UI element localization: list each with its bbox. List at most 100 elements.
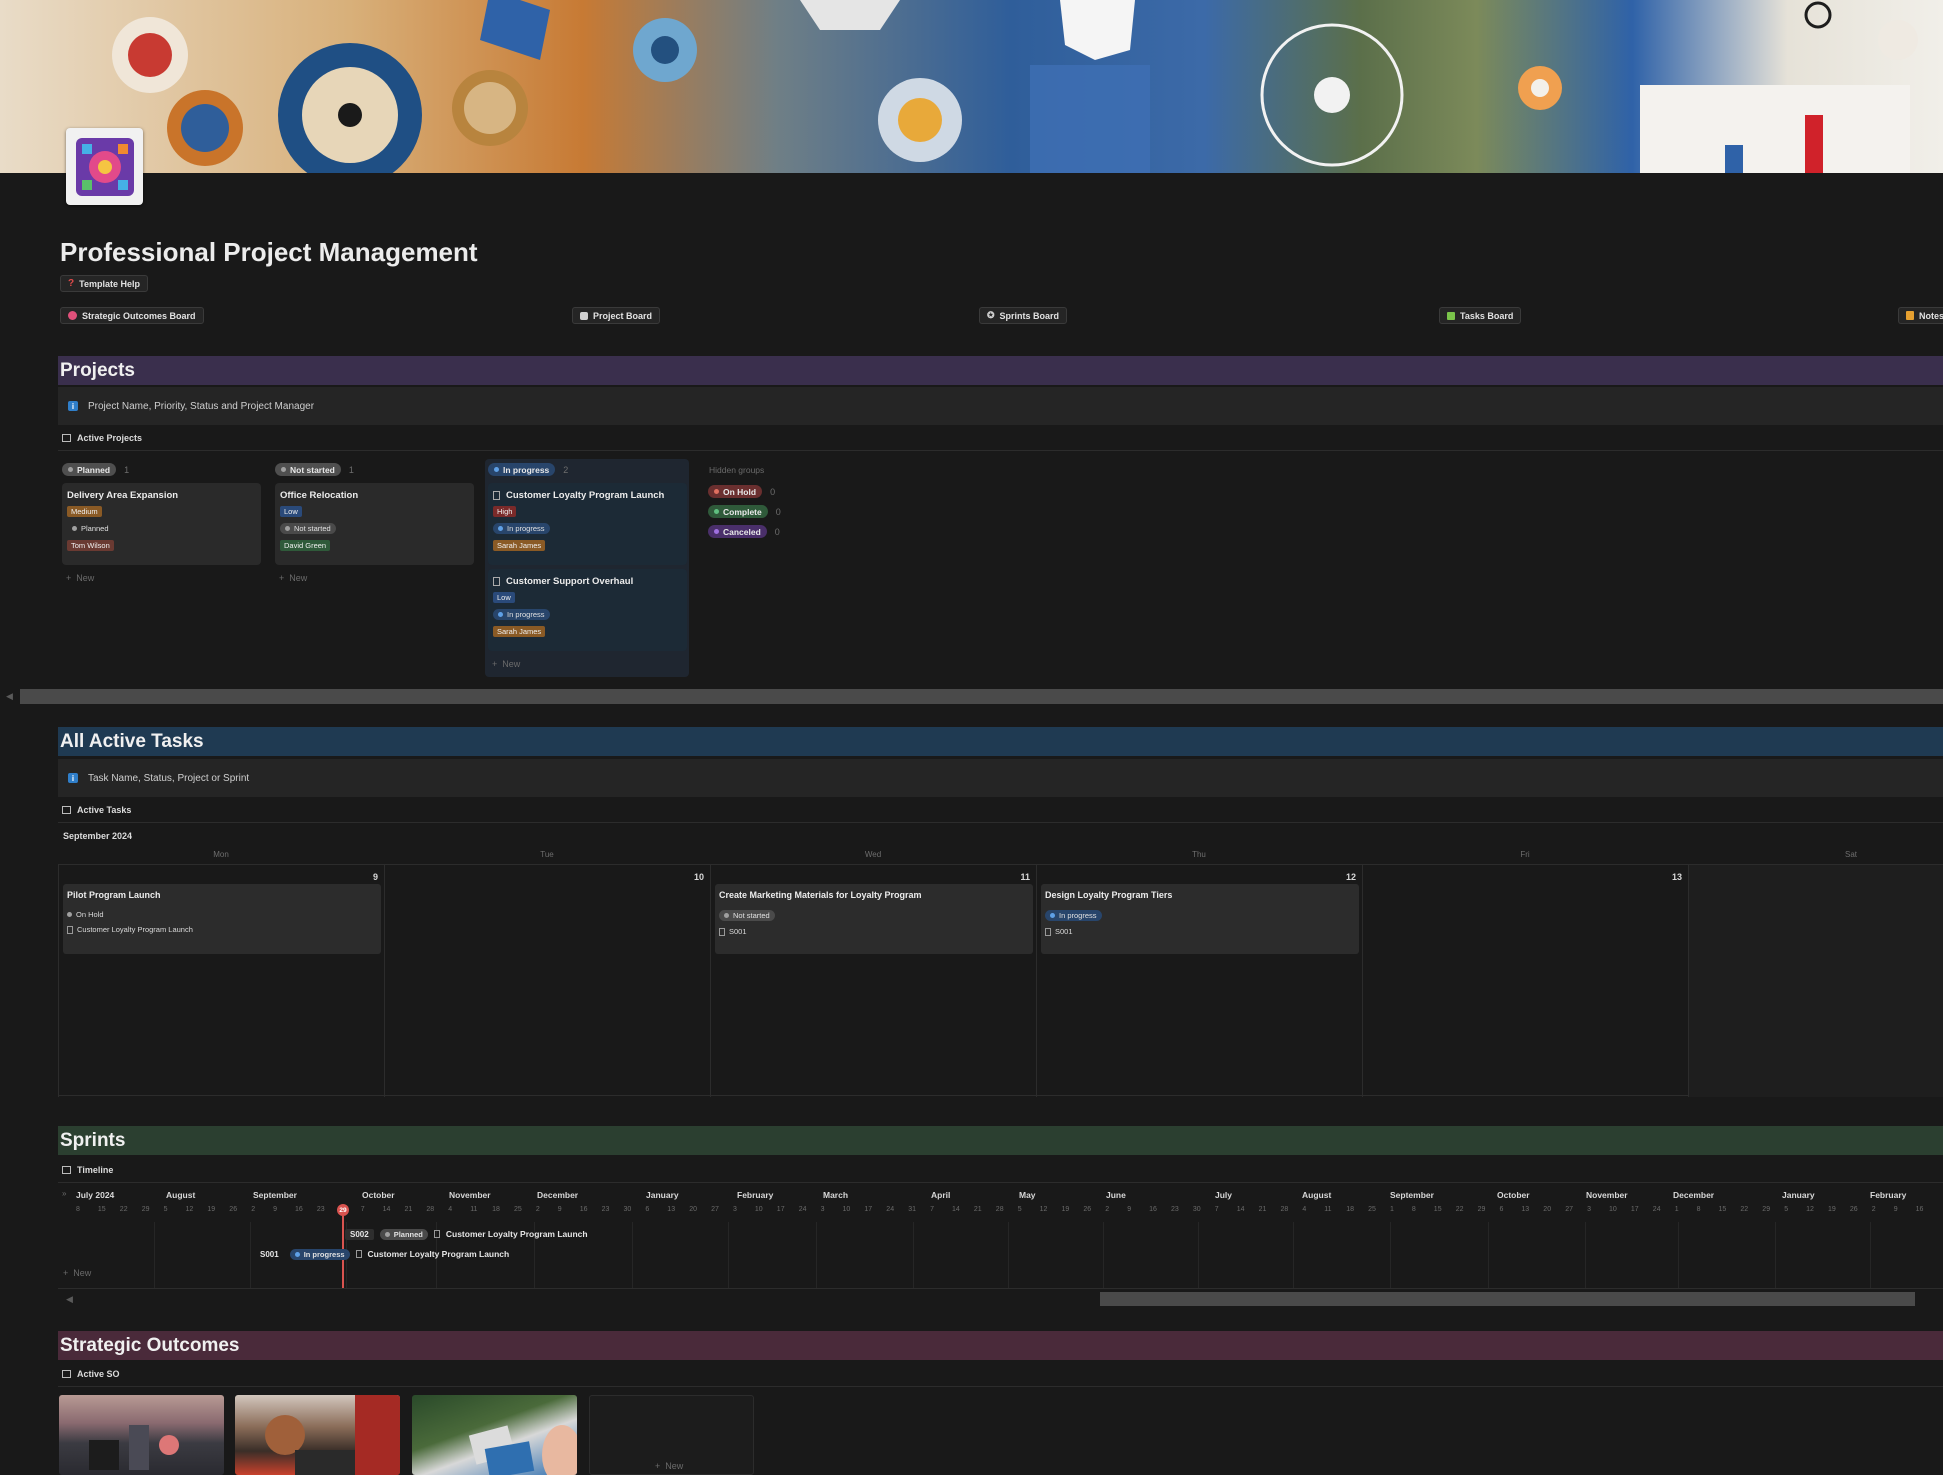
project-card[interactable]: Office Relocation Low Not started David … [275, 483, 474, 565]
timeline-day-label: 3 [820, 1206, 825, 1213]
project-card[interactable]: Delivery Area Expansion Medium Planned T… [62, 483, 261, 565]
timeline-day-label: 11 [1324, 1206, 1332, 1213]
project-card[interactable]: Customer Loyalty Program Launch High In … [488, 483, 687, 565]
collapse-icon[interactable]: » [62, 1189, 66, 1198]
plus-icon: + [63, 1268, 69, 1278]
timeline-gridline [1103, 1222, 1104, 1288]
view-tab-label: Timeline [77, 1165, 114, 1175]
card-title: Delivery Area Expansion [67, 490, 179, 501]
new-label: New [502, 659, 521, 669]
timeline-day-label: 8 [76, 1206, 80, 1213]
nav-project-board[interactable]: Project Board [572, 307, 661, 324]
page-cover[interactable] [0, 0, 1943, 173]
gallery-icon [62, 1370, 71, 1378]
timeline-month-label: August [166, 1190, 196, 1200]
task-card[interactable]: Create Marketing Materials for Loyalty P… [715, 884, 1033, 954]
hidden-group-complete[interactable]: Complete 0 [708, 505, 781, 518]
outcome-card-image[interactable] [412, 1395, 577, 1475]
day-number: 13 [1671, 872, 1682, 882]
view-tab-active-so[interactable]: Active SO [62, 1369, 120, 1379]
status-pill: On Hold [708, 485, 763, 498]
column-in-progress-header[interactable]: In progress 2 [488, 463, 568, 476]
outcome-card-image[interactable] [59, 1395, 224, 1475]
column-label: Planned [77, 464, 111, 475]
card-title-row: Customer Loyalty Program Launch [493, 490, 682, 501]
task-card[interactable]: Pilot Program Launch On Hold Customer Lo… [63, 884, 381, 954]
weekday-label: Tue [540, 850, 554, 859]
timeline-day-label: 26 [1849, 1206, 1858, 1213]
timeline-day-label: 14 [952, 1206, 960, 1213]
view-tab-active-projects[interactable]: Active Projects [62, 433, 142, 443]
new-card-button[interactable]: + New [279, 573, 307, 583]
status-pill: In progress [1045, 910, 1102, 921]
new-outcome-button[interactable]: + New [655, 1461, 683, 1471]
task-relation: Customer Loyalty Program Launch [67, 925, 377, 934]
page-icon[interactable] [66, 128, 143, 205]
column-not-started-header[interactable]: Not started 1 [275, 463, 354, 476]
new-outcome-card[interactable]: + New [589, 1395, 754, 1475]
status-pill: Planned [62, 463, 117, 476]
status-text: Planned [393, 1229, 423, 1239]
timeline-day-label: 23 [316, 1206, 325, 1213]
timeline-day-label: 13 [667, 1206, 676, 1213]
nav-tasks-board[interactable]: Tasks Board [1439, 307, 1522, 324]
task-relation: S001 [719, 927, 1029, 936]
timeline-day-label: 22 [1455, 1206, 1464, 1213]
view-tab-timeline[interactable]: Timeline [62, 1165, 113, 1175]
status-pill: Not started [275, 463, 341, 476]
timeline-day-label: 10 [842, 1206, 851, 1213]
scroll-left-icon[interactable]: ◀ [66, 1294, 73, 1305]
timeline-day-label: 27 [711, 1206, 719, 1213]
timeline-day-label: 14 [382, 1206, 391, 1213]
timeline-day-label: 15 [1718, 1206, 1727, 1213]
nav-sprints-board[interactable]: ✪ Sprints Board [979, 307, 1068, 324]
timeline-month-label: November [449, 1190, 491, 1200]
timeline-day-label: 18 [492, 1206, 500, 1213]
new-card-button[interactable]: + New [492, 659, 520, 669]
timeline-gridline [1488, 1222, 1489, 1288]
nav-strategic-outcomes-board[interactable]: Strategic Outcomes Board [60, 307, 204, 324]
new-sprint-button[interactable]: + New [63, 1268, 91, 1278]
timeline-day-label: 5 [1784, 1206, 1789, 1213]
weekday-label: Wed [864, 850, 882, 859]
projects-heading: Projects [58, 356, 1943, 385]
status-pill: Canceled [708, 525, 767, 538]
column-planned-header[interactable]: Planned 1 [62, 463, 129, 476]
sprint-bar[interactable]: S001 In progress Customer Loyalty Progra… [255, 1247, 509, 1261]
timeline-day-label: 9 [1127, 1206, 1132, 1213]
timeline-day-label: 15 [1433, 1206, 1442, 1213]
hidden-group-on-hold[interactable]: On Hold 0 [708, 485, 775, 498]
calendar-day[interactable]: 13 [1362, 865, 1688, 1097]
board-scrollbar[interactable] [20, 689, 1943, 704]
new-card-button[interactable]: + New [66, 573, 94, 583]
view-tab-active-tasks[interactable]: Active Tasks [62, 805, 131, 815]
status-pill: Complete [708, 505, 768, 518]
template-help-button[interactable]: ? Template Help [60, 275, 148, 292]
new-label: New [289, 573, 308, 583]
timeline-month-label: March [823, 1190, 849, 1200]
calendar-day[interactable]: 10 [384, 865, 710, 1097]
calendar-month: September 2024 [63, 831, 133, 841]
task-card[interactable]: Design Loyalty Program Tiers In progress… [1041, 884, 1359, 954]
timeline-day-label: 26 [229, 1206, 238, 1213]
timeline-day-label: 10 [754, 1206, 763, 1213]
scroll-left-icon[interactable]: ◀ [6, 691, 13, 702]
info-icon: i [68, 401, 78, 411]
outcome-card-image[interactable] [235, 1395, 400, 1475]
calendar-day[interactable] [1688, 865, 1943, 1097]
timeline-day-label: 21 [1258, 1206, 1267, 1213]
new-label: New [76, 573, 95, 583]
priority-tag: Low [493, 592, 515, 603]
timeline-scrollbar[interactable] [1100, 1292, 1915, 1306]
nav-notes[interactable]: Notes [1898, 307, 1943, 324]
timeline-day-label: 8 [1696, 1206, 1701, 1213]
customer-service-image [265, 1395, 400, 1475]
card-title-row: Customer Support Overhaul [493, 576, 682, 587]
sprint-bar[interactable]: S002 Planned Customer Loyalty Program La… [345, 1227, 588, 1241]
timeline-day-label: 29 [141, 1206, 150, 1213]
project-card[interactable]: Customer Support Overhaul Low In progres… [488, 569, 687, 651]
status-text: On Hold [76, 910, 104, 919]
sprint-title: Customer Loyalty Program Launch [367, 1249, 510, 1259]
group-count: 0 [774, 526, 780, 537]
hidden-group-canceled[interactable]: Canceled 0 [708, 525, 780, 538]
